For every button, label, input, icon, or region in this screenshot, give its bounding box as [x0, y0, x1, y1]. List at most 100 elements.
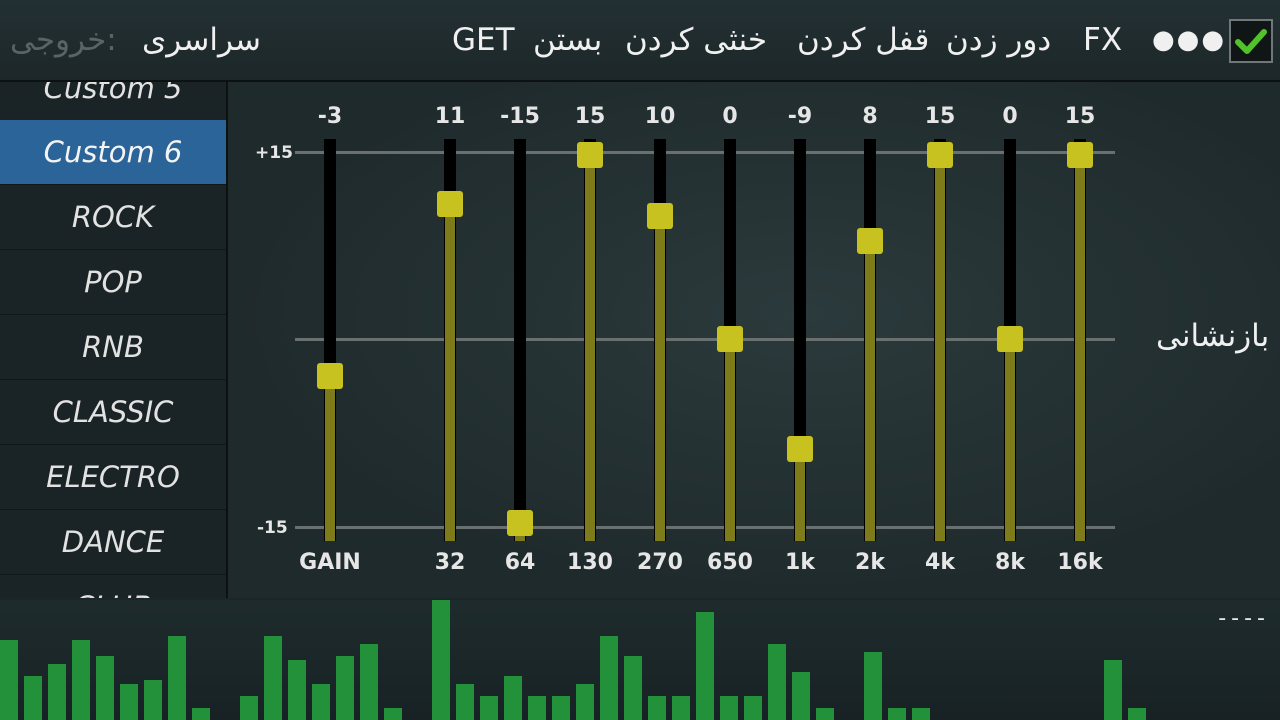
spectrum-bar: [528, 696, 546, 720]
spectrum-bar: [264, 636, 282, 720]
slider-fill: [585, 155, 595, 541]
spectrum-bar: [672, 696, 690, 720]
band-value: 8: [862, 104, 878, 129]
spectrum-bar: [384, 708, 402, 720]
preset-item-club[interactable]: CLUB: [0, 575, 226, 598]
band-value: 15: [1064, 104, 1096, 129]
band-value: -9: [787, 104, 813, 129]
reset-button[interactable]: بازنشانی: [1156, 318, 1269, 354]
preset-item-rock[interactable]: ROCK: [0, 185, 226, 250]
spectrum-bar: [144, 680, 162, 720]
spectrum-analyzer: [0, 600, 1280, 720]
close-button[interactable]: بستن: [533, 0, 602, 80]
spectrum-bar: [48, 664, 66, 720]
enable-checkbox[interactable]: [1229, 19, 1273, 63]
band-value: 0: [1002, 104, 1018, 129]
preset-item-electro[interactable]: ELECTRO: [0, 445, 226, 510]
spectrum-bar: [552, 696, 570, 720]
spectrum-bar: [744, 696, 762, 720]
preset-item-rnb[interactable]: RNB: [0, 315, 226, 380]
band-value: 0: [722, 104, 738, 129]
max-gridline: [295, 151, 1115, 154]
slider-fill: [445, 204, 455, 541]
preset-item-classic[interactable]: CLASSIC: [0, 380, 226, 445]
spectrum-bar: [72, 640, 90, 720]
slider-fill: [1075, 155, 1085, 541]
slider-fill: [1005, 339, 1015, 541]
fx-button[interactable]: FX: [1083, 0, 1122, 80]
mute-button[interactable]: خنثی کردن: [625, 0, 767, 80]
slider-thumb[interactable]: [647, 203, 673, 230]
spectrum-bar: [0, 640, 18, 720]
band-value: -15: [500, 104, 540, 129]
spectrum-bar: [504, 676, 522, 720]
spectrum-bar: [576, 684, 594, 720]
spectrum-bar: [1128, 708, 1146, 720]
slider-fill: [325, 375, 335, 541]
slider-thumb[interactable]: [507, 510, 533, 536]
scale-max-label: +15: [255, 143, 293, 163]
spectrum-bar: [912, 708, 930, 720]
band-value: 15: [924, 104, 956, 129]
slider-thumb[interactable]: [787, 436, 813, 463]
spectrum-bar: [456, 684, 474, 720]
spectrum-bar: [696, 612, 714, 720]
preset-item-dance[interactable]: DANCE: [0, 510, 226, 575]
slider-thumb[interactable]: [437, 191, 463, 218]
spectrum-bar: [120, 684, 138, 720]
preset-item-pop[interactable]: POP: [0, 250, 226, 315]
spectrum-bar: [864, 652, 882, 720]
slider-thumb[interactable]: [927, 142, 953, 168]
band-value: 15: [574, 104, 606, 129]
spectrum-bar: [624, 656, 642, 720]
top-bar: خروجی: سراسری GET بستن خنثی کردن قفل کرد…: [0, 0, 1280, 82]
band-value: 11: [434, 104, 466, 129]
slider-fill: [725, 339, 735, 541]
more-menu-button[interactable]: ●●●: [1152, 0, 1226, 80]
slider-thumb[interactable]: [857, 227, 883, 254]
spectrum-bar: [96, 656, 114, 720]
spectrum-bar: [192, 708, 210, 720]
output-selector[interactable]: سراسری: [142, 0, 261, 80]
scale-min-label: -15: [257, 518, 288, 538]
preset-item-custom-6[interactable]: Custom 6: [0, 120, 226, 185]
lock-button[interactable]: قفل کردن: [797, 0, 929, 80]
band-value: 10: [644, 104, 676, 129]
spectrum-bar: [768, 644, 786, 720]
spectrum-bar: [792, 672, 810, 720]
get-button[interactable]: GET: [452, 0, 515, 80]
slider-fill: [935, 155, 945, 541]
spectrum-bar: [1104, 660, 1122, 720]
slider-thumb[interactable]: [717, 326, 743, 352]
band-label: GAIN: [299, 550, 361, 575]
slider-thumb[interactable]: [1067, 142, 1093, 168]
output-label: خروجی:: [10, 22, 117, 58]
spectrum-bar: [168, 636, 186, 720]
spectrum-bar: [360, 644, 378, 720]
zero-gridline: [295, 338, 1115, 341]
slider-fill: [865, 240, 875, 541]
preset-item-custom-5[interactable]: Custom 5: [0, 82, 226, 121]
slider-track[interactable]: [514, 139, 526, 541]
band-value: -3: [317, 104, 343, 129]
slider-fill: [655, 216, 665, 541]
slider-thumb[interactable]: [997, 326, 1023, 352]
spectrum-bar: [648, 696, 666, 720]
spectrum-bar: [600, 636, 618, 720]
slider-thumb[interactable]: [577, 142, 603, 168]
slider-fill: [795, 449, 805, 541]
spectrum-bar: [720, 696, 738, 720]
spectrum-bar: [288, 660, 306, 720]
rotate-button[interactable]: دور زدن: [946, 0, 1051, 80]
band-label: 16k: [1057, 550, 1103, 575]
min-gridline: [295, 526, 1115, 529]
spectrum-bar: [816, 708, 834, 720]
spectrum-bar: [312, 684, 330, 720]
spectrum-bar: [24, 676, 42, 720]
spectrum-bar: [888, 708, 906, 720]
spectrum-bar: [432, 600, 450, 720]
preset-list[interactable]: Custom 5 Custom 6 ROCK POP RNB CLASSIC E…: [0, 82, 228, 598]
slider-thumb[interactable]: [317, 362, 343, 389]
spectrum-bar: [240, 696, 258, 720]
spectrum-bar: [336, 656, 354, 720]
